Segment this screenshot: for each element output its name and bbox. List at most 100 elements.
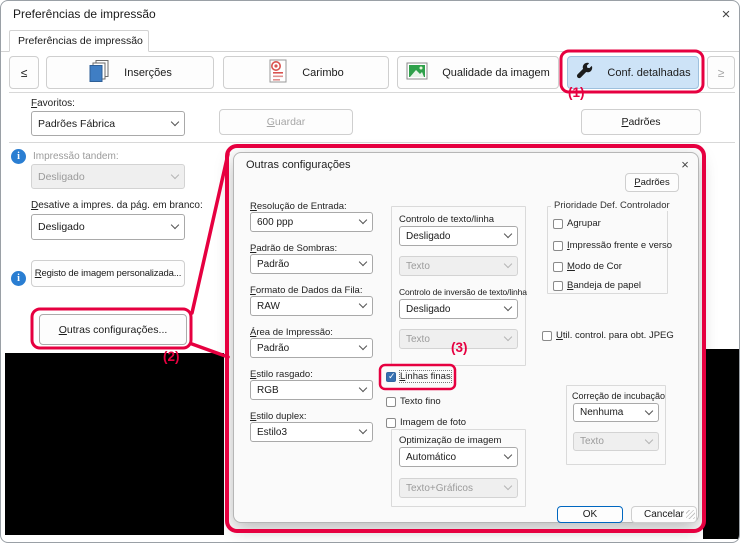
- checkbox[interactable]: [386, 396, 396, 407]
- tandem-select: Desligado: [31, 164, 185, 189]
- dialog-title: Outras configurações: [246, 159, 351, 171]
- chevron-down-icon: [503, 450, 513, 460]
- chevron-down-icon: [170, 220, 180, 230]
- outras-label: Outras configurações...: [58, 323, 168, 336]
- checkbox[interactable]: [386, 371, 396, 382]
- blank-page-select[interactable]: Desligado: [31, 214, 185, 240]
- jpeg-label: Util. control. para obt. JPEG: [556, 330, 674, 341]
- tandem-label: Impressão tandem:: [33, 151, 119, 162]
- conf-detalhadas-label: Conf. detalhadas: [607, 66, 691, 79]
- redacted-right-area: [703, 349, 739, 539]
- controlo-texto-value: Desligado: [406, 230, 451, 242]
- area-impressao-label: Área de Impressão:: [250, 327, 333, 338]
- imagem-de-foto-checkbox-row[interactable]: Imagem de foto: [386, 417, 466, 428]
- checkbox[interactable]: [386, 417, 396, 428]
- dialog-close-button[interactable]: ×: [675, 156, 695, 172]
- sombras-label: Padrão de Sombras:: [250, 243, 338, 254]
- controlo-inversao-sub-select: Texto: [399, 329, 518, 349]
- prioridade-legend: Prioridade Def. Controlador: [551, 200, 673, 211]
- toolbar-divider: [9, 92, 735, 93]
- chevron-down-icon: [358, 341, 368, 351]
- checkbox[interactable]: [553, 261, 563, 272]
- correcao-label: Correção de incubação: [572, 391, 666, 401]
- resolucao-value: 600 ppp: [257, 216, 294, 228]
- chevron-down-icon: [170, 117, 180, 126]
- resolucao-label: Resolução de Entrada:: [250, 201, 347, 212]
- scroll-tabs-left-button[interactable]: ≤: [9, 56, 39, 89]
- resolucao-select[interactable]: 600 ppp: [250, 212, 373, 232]
- guardar-button[interactable]: Guardar: [219, 109, 353, 135]
- blank-page-label: Desative a impres. da pág. em branco:: [31, 200, 203, 211]
- checkbox[interactable]: [553, 280, 563, 291]
- outras-configuracoes-button[interactable]: Outras configurações...: [39, 314, 187, 345]
- controlo-texto-select[interactable]: Desligado: [399, 226, 518, 246]
- chevron-down-icon: [358, 215, 368, 225]
- guardar-label: Guardar: [266, 116, 306, 128]
- window-close-button[interactable]: ×: [713, 3, 739, 25]
- ok-label: OK: [582, 509, 598, 520]
- agrupar-checkbox-row[interactable]: Agrupar: [553, 218, 601, 229]
- close-icon: ×: [681, 156, 689, 172]
- wrench-icon: [575, 62, 593, 83]
- conf-detalhadas-button[interactable]: Conf. detalhadas: [567, 56, 699, 89]
- frente-verso-checkbox-row[interactable]: Impressão frente e verso: [553, 240, 672, 251]
- optimizacao-value: Automático: [406, 451, 457, 463]
- ok-button[interactable]: OK: [557, 506, 623, 523]
- registo-imagem-button[interactable]: Registo de imagem personalizada...: [31, 260, 185, 287]
- jpeg-checkbox-row[interactable]: Util. control. para obt. JPEG: [542, 330, 674, 341]
- chevron-down-icon: [170, 170, 180, 179]
- texto-fino-label: Texto fino: [400, 396, 441, 407]
- bandeja-checkbox-row[interactable]: Bandeja de papel: [553, 280, 641, 291]
- favoritos-value: Padrões Fábrica: [38, 117, 116, 130]
- qualidade-label: Qualidade da imagem: [442, 66, 550, 79]
- controlo-inversao-select[interactable]: Desligado: [399, 299, 518, 319]
- window-title: Preferências de impressão: [13, 7, 156, 21]
- chevron-down-icon: [644, 435, 654, 444]
- linhas-finas-label: Linhas finas: [399, 370, 452, 383]
- frente-verso-label: Impressão frente e verso: [567, 240, 673, 251]
- resize-grip[interactable]: [686, 510, 695, 519]
- controlo-texto-sub-select: Texto: [399, 256, 518, 276]
- controlo-texto-label: Controlo de texto/linha: [399, 214, 495, 225]
- controlo-inversao-value: Desligado: [406, 303, 451, 315]
- formato-fila-select[interactable]: RAW: [250, 296, 373, 316]
- modo-de-cor-checkbox-row[interactable]: Modo de Cor: [553, 261, 622, 272]
- carimbo-button[interactable]: Carimbo: [223, 56, 389, 89]
- estilo-rasgado-value: RGB: [257, 384, 279, 396]
- info-circle-icon: i: [11, 149, 26, 164]
- info-circle-icon: i: [11, 271, 26, 286]
- correcao-select[interactable]: Nenhuma: [573, 403, 659, 422]
- qualidade-da-imagem-button[interactable]: Qualidade da imagem: [397, 56, 559, 89]
- redacted-preview-area: [5, 353, 224, 535]
- blank-page-value: Desligado: [38, 221, 85, 233]
- close-icon: ×: [721, 5, 731, 23]
- checkbox[interactable]: [542, 330, 552, 341]
- checkbox[interactable]: [553, 218, 563, 229]
- chevron-down-icon: [358, 383, 368, 393]
- tab-preferencias-de-impressao[interactable]: Preferências de impressão: [9, 30, 149, 52]
- optimizacao-select[interactable]: Automático: [399, 447, 518, 467]
- less-equal-icon: ≤: [20, 65, 28, 80]
- favoritos-select[interactable]: Padrões Fábrica: [31, 111, 185, 136]
- estilo-duplex-select[interactable]: Estilo3: [250, 422, 373, 442]
- estilo-duplex-label: Estilo duplex:: [250, 411, 307, 422]
- scroll-tabs-right-button[interactable]: ≥: [707, 56, 735, 89]
- linhas-finas-checkbox-row[interactable]: Linhas finas: [386, 370, 452, 383]
- sombras-select[interactable]: Padrão: [250, 254, 373, 274]
- sombras-value: Padrão: [257, 258, 290, 270]
- dialog-padroes-button[interactable]: Padrões: [625, 173, 679, 192]
- padroes-button[interactable]: Padrões: [581, 109, 701, 135]
- area-impressao-select[interactable]: Padrão: [250, 338, 373, 358]
- chevron-down-icon: [644, 406, 654, 415]
- registo-label: Registo de imagem personalizada...: [34, 268, 182, 279]
- imagem-de-foto-label: Imagem de foto: [400, 417, 467, 428]
- controlo-inversao-sub-value: Texto: [406, 333, 430, 345]
- insercoes-button[interactable]: Inserções: [46, 56, 214, 89]
- area-impressao-value: Padrão: [257, 342, 290, 354]
- estilo-rasgado-select[interactable]: RGB: [250, 380, 373, 400]
- correcao-sub-select: Texto: [573, 432, 659, 451]
- texto-fino-checkbox-row[interactable]: Texto fino: [386, 396, 441, 407]
- checkbox[interactable]: [553, 240, 563, 251]
- chevron-down-icon: [358, 425, 368, 435]
- chevron-down-icon: [503, 259, 513, 269]
